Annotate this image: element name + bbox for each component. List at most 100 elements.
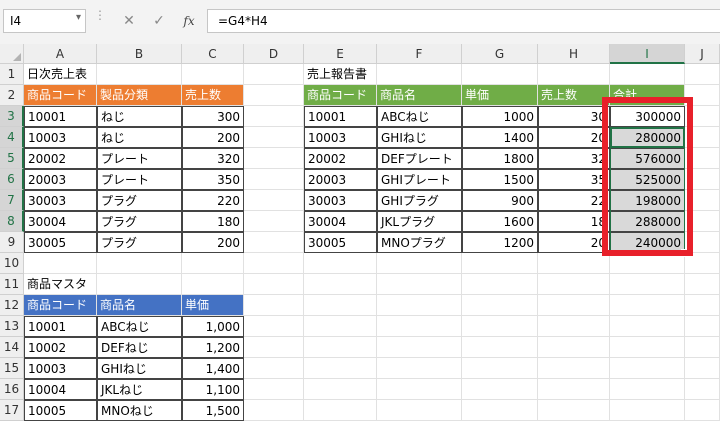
report-cell[interactable]: 20: [538, 127, 610, 148]
grid-cell[interactable]: [462, 316, 538, 337]
report-total-cell[interactable]: 300000: [610, 106, 685, 127]
formula-input[interactable]: =G4*H4: [207, 9, 720, 33]
report-total-cell[interactable]: 576000: [610, 148, 685, 169]
row-header-11[interactable]: 11: [0, 274, 24, 295]
report-cell[interactable]: ABCねじ: [377, 106, 462, 127]
master-header-0[interactable]: 商品コード: [24, 295, 97, 316]
grid-cell[interactable]: [244, 211, 304, 232]
column-header-c[interactable]: C: [182, 44, 244, 64]
grid-cell[interactable]: [244, 316, 304, 337]
report-total-cell[interactable]: 525000: [610, 169, 685, 190]
report-cell[interactable]: 30005: [304, 232, 377, 253]
report-total-cell[interactable]: 198000: [610, 190, 685, 211]
report-cell[interactable]: 1000: [462, 106, 538, 127]
report-cell[interactable]: 20003: [304, 169, 377, 190]
grid-cell[interactable]: [244, 106, 304, 127]
grid-cell[interactable]: [244, 274, 304, 295]
grid-cell[interactable]: [685, 253, 720, 274]
row-header-15[interactable]: 15: [0, 358, 24, 379]
master-cell[interactable]: ABCねじ: [97, 316, 182, 337]
grid-cell[interactable]: [244, 253, 304, 274]
grid-cell[interactable]: [610, 64, 685, 85]
report-cell[interactable]: 10001: [304, 106, 377, 127]
report-cell[interactable]: GHIプラグ: [377, 190, 462, 211]
grid-cell[interactable]: [97, 274, 182, 295]
grid-cell[interactable]: [244, 148, 304, 169]
report-cell[interactable]: GHIねじ: [377, 127, 462, 148]
grid-cell[interactable]: [244, 379, 304, 400]
master-cell[interactable]: 1,000: [182, 316, 244, 337]
row-header-10[interactable]: 10: [0, 253, 24, 274]
daily-cell[interactable]: プレート: [97, 169, 182, 190]
daily-cell[interactable]: 200: [182, 232, 244, 253]
report-cell[interactable]: JKLプラグ: [377, 211, 462, 232]
enter-check-icon[interactable]: ✓: [148, 11, 170, 31]
grid-cell[interactable]: [304, 274, 377, 295]
dropdown-caret-icon[interactable]: ▾: [76, 12, 81, 23]
report-cell[interactable]: 1500: [462, 169, 538, 190]
report-cell[interactable]: 10003: [304, 127, 377, 148]
master-cell[interactable]: MNOねじ: [97, 400, 182, 421]
grid-cell[interactable]: [685, 148, 720, 169]
report-header-3[interactable]: 売上数: [538, 85, 610, 106]
daily-cell[interactable]: ねじ: [97, 127, 182, 148]
grid-cell[interactable]: [97, 64, 182, 85]
grid-cell[interactable]: [610, 379, 685, 400]
grid-cell[interactable]: [182, 64, 244, 85]
grid-cell[interactable]: [377, 358, 462, 379]
grid-cell[interactable]: [244, 400, 304, 421]
row-header-1[interactable]: 1: [0, 64, 24, 85]
grid-cell[interactable]: [244, 85, 304, 106]
report-header-1[interactable]: 商品名: [377, 85, 462, 106]
daily-cell[interactable]: 10001: [24, 106, 97, 127]
grid-cell[interactable]: [24, 253, 97, 274]
grid-cell[interactable]: [462, 295, 538, 316]
column-header-i[interactable]: I: [610, 44, 685, 64]
column-header-d[interactable]: D: [244, 44, 304, 64]
row-header-8[interactable]: 8: [0, 211, 24, 232]
master-cell[interactable]: 1,200: [182, 337, 244, 358]
grid-cell[interactable]: [685, 295, 720, 316]
grid-cell[interactable]: [377, 253, 462, 274]
grid-cell[interactable]: [538, 316, 610, 337]
grid-cell[interactable]: [182, 253, 244, 274]
report-total-cell[interactable]: 280000: [610, 127, 685, 148]
daily-cell[interactable]: 10003: [24, 127, 97, 148]
master-cell[interactable]: GHIねじ: [97, 358, 182, 379]
column-header-j[interactable]: J: [685, 44, 720, 64]
grid-cell[interactable]: [685, 127, 720, 148]
grid-cell[interactable]: [685, 358, 720, 379]
report-cell[interactable]: 900: [462, 190, 538, 211]
grid-cell[interactable]: [685, 64, 720, 85]
master-cell[interactable]: JKLねじ: [97, 379, 182, 400]
report-header-4[interactable]: 合計: [610, 85, 685, 106]
worksheet-grid[interactable]: A B C D E F G H I J 1 2 3 4 5 6 7 8 9 10 11 12 13 14 15 16 17 日次売上表…: [0, 44, 720, 422]
grid-cell[interactable]: [538, 337, 610, 358]
report-cell[interactable]: 1800: [462, 148, 538, 169]
report-cell[interactable]: DEFプレート: [377, 148, 462, 169]
daily-cell[interactable]: 180: [182, 211, 244, 232]
grid-cell[interactable]: [304, 358, 377, 379]
grid-cell[interactable]: [377, 400, 462, 421]
grid-cell[interactable]: [304, 253, 377, 274]
master-cell[interactable]: 1,100: [182, 379, 244, 400]
row-header-5[interactable]: 5: [0, 148, 24, 169]
master-cell[interactable]: 1,500: [182, 400, 244, 421]
master-cell[interactable]: 10003: [24, 358, 97, 379]
daily-cell[interactable]: ねじ: [97, 106, 182, 127]
row-header-13[interactable]: 13: [0, 316, 24, 337]
grid-cell[interactable]: [244, 169, 304, 190]
grid-cell[interactable]: [685, 190, 720, 211]
grid-cell[interactable]: [462, 400, 538, 421]
grid-cell[interactable]: [244, 232, 304, 253]
grid-cell[interactable]: [610, 358, 685, 379]
grid-cell[interactable]: [610, 337, 685, 358]
report-cell[interactable]: 35: [538, 169, 610, 190]
row-header-17[interactable]: 17: [0, 400, 24, 421]
grid-cell[interactable]: [685, 169, 720, 190]
name-box[interactable]: I4 ▾: [3, 9, 86, 33]
grid-cell[interactable]: [538, 358, 610, 379]
master-cell[interactable]: DEFねじ: [97, 337, 182, 358]
daily-cell[interactable]: 30005: [24, 232, 97, 253]
report-cell[interactable]: 30003: [304, 190, 377, 211]
